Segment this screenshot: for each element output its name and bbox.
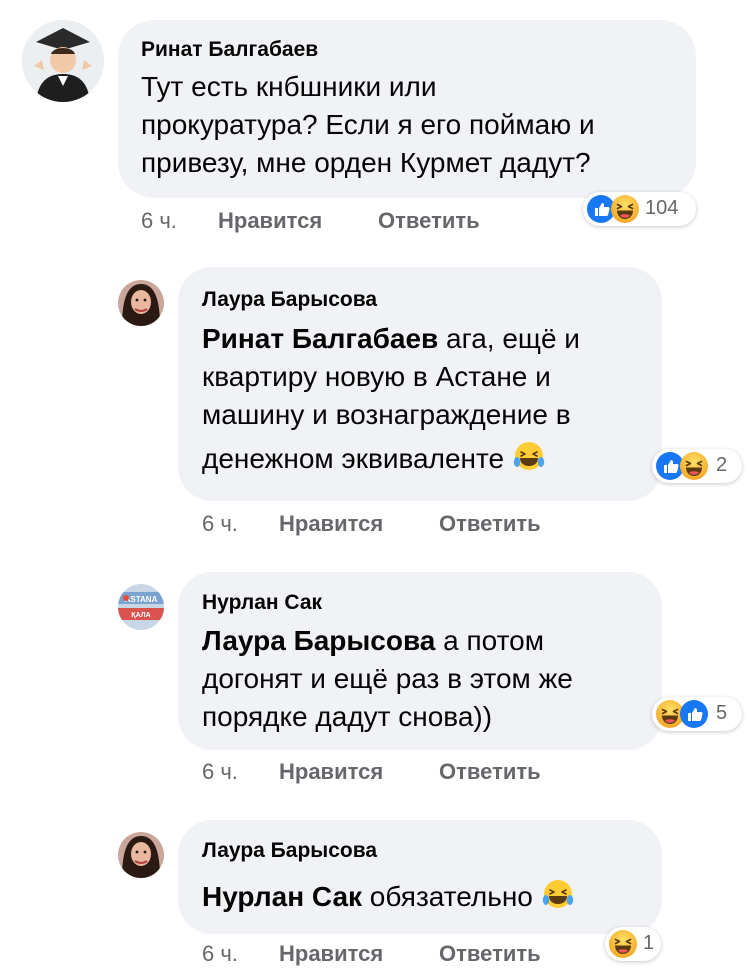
comment-text-line: обязательно	[362, 881, 533, 912]
comment-actions: 6 ч. Нравится Ответить	[202, 941, 602, 969]
reaction-count: 1	[643, 932, 655, 954]
reply-button[interactable]: Ответить	[439, 941, 541, 967]
comment-author[interactable]: Лаура Барысова	[202, 839, 377, 863]
comment-bubble	[178, 820, 662, 934]
like-button[interactable]: Нравится	[279, 941, 383, 967]
reaction-summary[interactable]: 1	[605, 927, 661, 961]
comment-text: Нурлан Сак обязательно	[202, 878, 652, 916]
avatar-photo	[118, 832, 164, 878]
laughing-tears-emoji-icon	[541, 878, 575, 912]
comment-time[interactable]: 6 ч.	[202, 941, 238, 967]
haha-reaction-icon	[609, 930, 637, 958]
mention-link[interactable]: Нурлан Сак	[202, 881, 362, 912]
avatar[interactable]	[118, 832, 164, 878]
comment-item: Лаура Барысова Нурлан Сак обязательно 1 …	[0, 0, 750, 974]
